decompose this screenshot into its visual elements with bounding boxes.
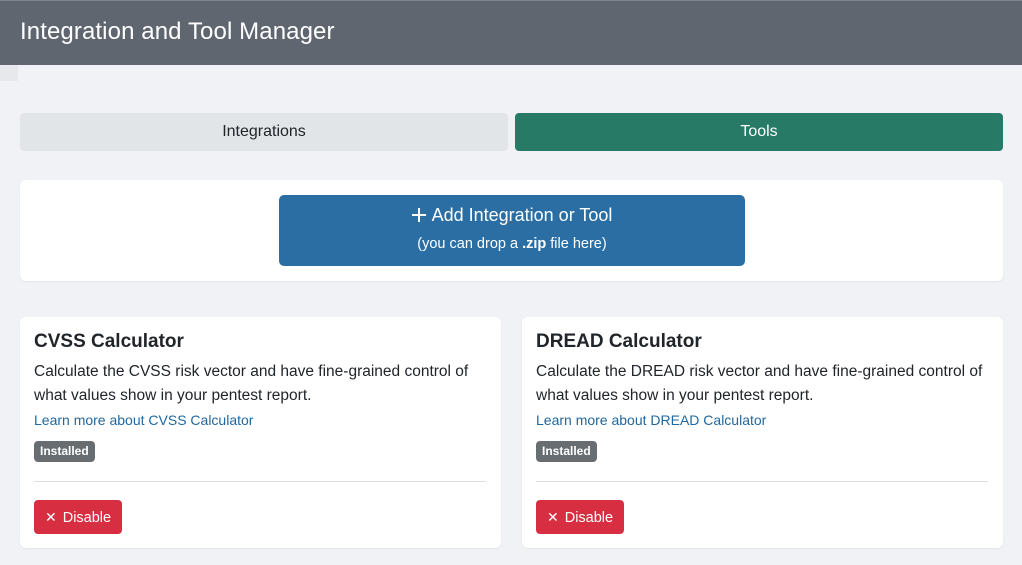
- tab-integrations[interactable]: Integrations: [20, 113, 508, 151]
- add-button-label-row: Add Integration or Tool: [279, 205, 745, 226]
- disable-label: Disable: [62, 510, 112, 526]
- close-icon: ✕: [547, 509, 559, 525]
- add-integration-button[interactable]: Add Integration or Tool (you can drop a …: [279, 195, 745, 266]
- plus-icon: [411, 208, 426, 222]
- add-button-label: Add Integration or Tool: [431, 205, 613, 225]
- tool-card-cvss: CVSS Calculator Calculate the CVSS risk …: [20, 317, 501, 548]
- app-header: Integration and Tool Manager: [0, 0, 1022, 65]
- status-badge: Installed: [536, 441, 597, 462]
- divider: [34, 481, 486, 482]
- disable-button[interactable]: ✕ Disable: [34, 500, 123, 534]
- tab-tools[interactable]: Tools: [515, 113, 1003, 151]
- hint-prefix: (you can drop a: [417, 236, 523, 252]
- hint-extension: .zip: [522, 236, 547, 252]
- header-edge-strip: [0, 65, 18, 81]
- tool-title: DREAD Calculator: [536, 331, 702, 352]
- disable-button[interactable]: ✕ Disable: [536, 500, 625, 534]
- learn-more-link[interactable]: Learn more about DREAD Calculator: [536, 412, 766, 428]
- upload-panel: Add Integration or Tool (you can drop a …: [20, 180, 1003, 281]
- close-icon: ✕: [45, 509, 57, 525]
- divider: [536, 481, 988, 482]
- drop-zip-hint: (you can drop a .zip file here): [279, 236, 745, 252]
- tool-description: Calculate the DREAD risk vector and have…: [536, 363, 983, 404]
- learn-more-link[interactable]: Learn more about CVSS Calculator: [34, 412, 253, 428]
- tool-description: Calculate the CVSS risk vector and have …: [34, 363, 469, 404]
- tool-card-dread: DREAD Calculator Calculate the DREAD ris…: [522, 317, 1003, 548]
- disable-label: Disable: [564, 510, 614, 526]
- hint-suffix: file here): [546, 236, 607, 252]
- tool-title: CVSS Calculator: [34, 331, 184, 352]
- page-title: Integration and Tool Manager: [20, 18, 335, 45]
- status-badge: Installed: [34, 441, 95, 462]
